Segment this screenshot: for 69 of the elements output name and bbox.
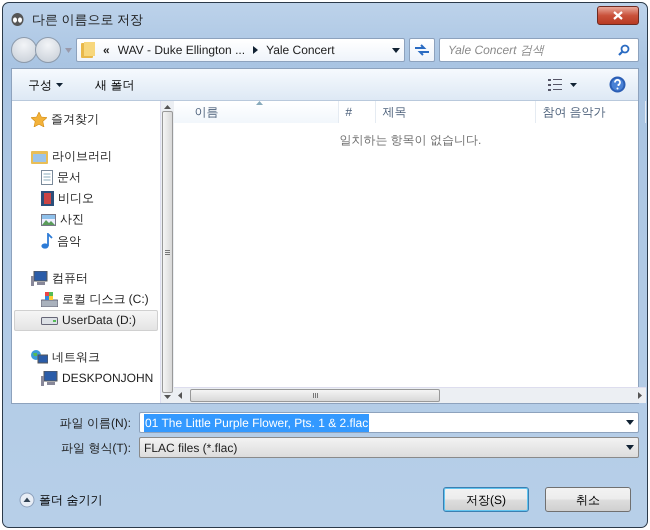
drive-icon xyxy=(41,292,58,307)
field-label: 파일 이름(N): xyxy=(58,414,131,432)
breadcrumb-arrow-icon[interactable] xyxy=(253,46,258,54)
nav-item[interactable]: 비디오 xyxy=(14,188,158,209)
organize-button[interactable]: 구성 xyxy=(20,74,71,96)
address-bar[interactable]: « WAV - Duke Ellington ... Yale Concert xyxy=(76,38,405,62)
nav-item[interactable]: 라이브러리 xyxy=(14,146,158,167)
file-name-text: 01 The Little Purple Flower, Pts. 1 & 2.flac xyxy=(144,414,370,432)
breadcrumb-segment[interactable]: WAV - Duke Ellington ... xyxy=(118,41,246,59)
hide-folders-button[interactable]: 폴더 숨기기 xyxy=(19,490,102,508)
alien-icon xyxy=(11,12,24,26)
overflow-chevron[interactable]: « xyxy=(103,41,110,59)
save-button[interactable]: 저장(S) xyxy=(443,487,529,512)
dropdown-arrow-icon xyxy=(626,445,634,450)
network-icon xyxy=(31,350,48,365)
column-header[interactable]: 제목 xyxy=(376,101,536,123)
cancel-button[interactable]: 취소 xyxy=(545,487,631,512)
column-header[interactable]: 이름 xyxy=(174,101,340,123)
breadcrumb-segment[interactable]: Yale Concert xyxy=(266,41,335,59)
grip-icon xyxy=(165,250,170,254)
scrollbar-thumb[interactable] xyxy=(190,389,440,402)
search-icon xyxy=(618,44,630,56)
column-header[interactable]: 참여 음악가 xyxy=(536,101,646,123)
star-icon xyxy=(31,112,47,127)
music-note-icon xyxy=(41,233,53,249)
caret-icon[interactable] xyxy=(392,48,400,52)
close-icon xyxy=(613,11,623,20)
sort-arrow-icon xyxy=(256,101,264,105)
nav-item[interactable]: 로컬 디스크 (C:) xyxy=(14,289,158,310)
nav-item[interactable]: UserData (D:) xyxy=(14,310,158,331)
nav-item[interactable]: 컴퓨터 xyxy=(14,268,158,289)
close-button[interactable] xyxy=(597,6,639,25)
column-header[interactable]: # xyxy=(339,101,376,123)
dropdown-arrow-icon[interactable] xyxy=(626,420,634,425)
document-icon xyxy=(41,170,53,185)
nav-item[interactable]: 즐겨찾기 xyxy=(14,109,158,130)
drive-icon xyxy=(41,316,58,324)
caret-icon xyxy=(56,82,63,86)
scrollbar-thumb[interactable] xyxy=(162,111,174,393)
search-placeholder: Yale Concert 검색 xyxy=(448,42,546,59)
nav-item[interactable]: 문서 xyxy=(14,167,158,188)
file-type-dropdown[interactable]: FLAC files (*.flac) xyxy=(139,437,639,458)
new-folder-button[interactable]: 새 폴더 xyxy=(87,74,142,96)
nav-item[interactable]: DESKPONJOHN xyxy=(14,368,158,389)
caret-icon xyxy=(570,82,577,86)
library-icon xyxy=(31,150,48,164)
vertical-scrollbar[interactable] xyxy=(160,101,174,403)
folder-icon xyxy=(81,42,95,58)
nav-item[interactable]: 사진 xyxy=(14,209,158,230)
field-label: 파일 형식(T): xyxy=(60,440,131,456)
scroll-down-arrow-icon[interactable] xyxy=(164,395,172,399)
refresh-icon xyxy=(414,44,430,56)
help-icon[interactable] xyxy=(609,76,626,93)
refresh-button[interactable] xyxy=(409,38,435,62)
scroll-up-arrow-icon[interactable] xyxy=(164,105,172,109)
computer-icon xyxy=(31,271,48,286)
nav-item[interactable]: 네트워크 xyxy=(14,347,158,368)
computer-icon xyxy=(41,371,58,386)
file-type-text: FLAC files (*.flac) xyxy=(144,440,238,456)
scroll-left-arrow-icon[interactable] xyxy=(178,392,182,399)
nav-item[interactable]: 음악 xyxy=(14,230,158,252)
horizontal-scrollbar[interactable] xyxy=(174,387,646,403)
grip-icon xyxy=(312,393,318,398)
film-icon xyxy=(41,191,54,206)
scroll-right-arrow-icon[interactable] xyxy=(638,392,642,399)
window-title: 다른 이름으로 저장 xyxy=(32,10,144,29)
empty-message: 일치하는 항목이 없습니다. xyxy=(339,133,482,147)
list-view-icon xyxy=(548,78,562,90)
picture-icon xyxy=(41,214,56,226)
